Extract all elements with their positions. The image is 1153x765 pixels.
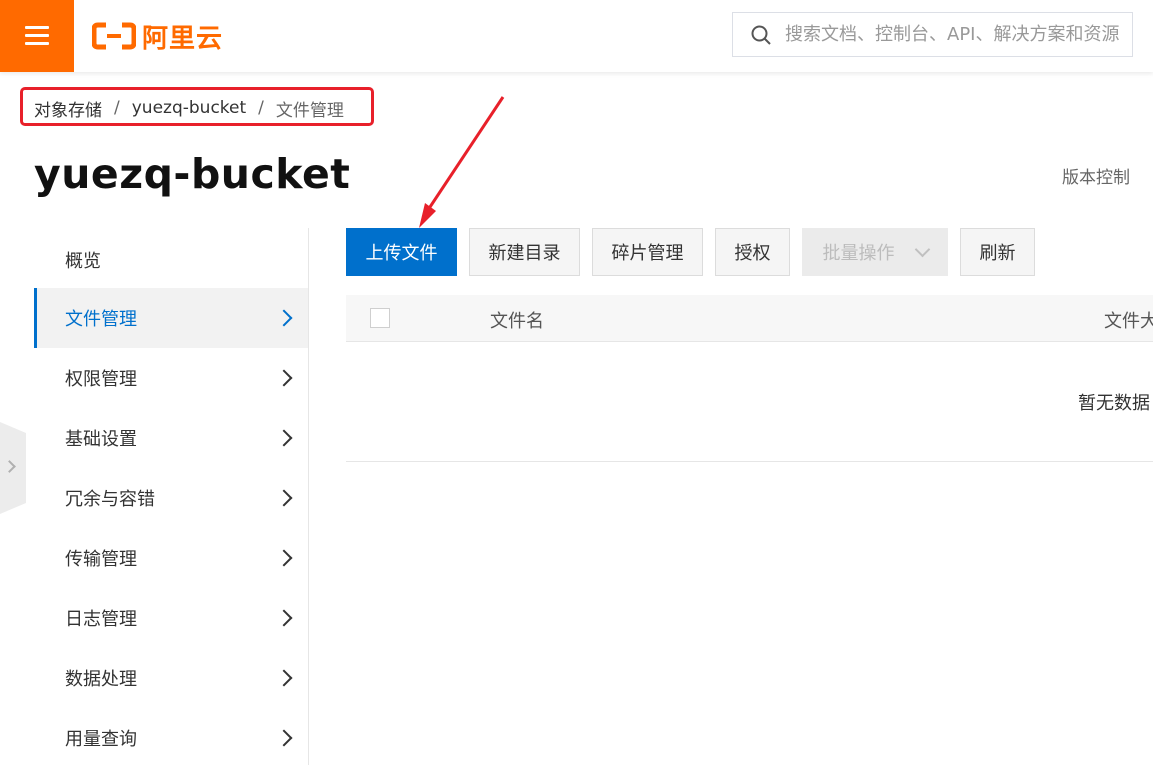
table-body: 暂无数据 bbox=[346, 342, 1153, 462]
select-all-checkbox[interactable] bbox=[370, 308, 390, 328]
logo-text: 阿里云 bbox=[142, 23, 224, 54]
sidebar-item-label: 基础设置 bbox=[65, 429, 137, 450]
upload-file-button[interactable]: 上传文件 bbox=[346, 228, 457, 276]
top-navigation-bar: 阿里云 bbox=[0, 0, 1153, 72]
menu-button[interactable] bbox=[0, 0, 74, 72]
breadcrumb-separator: / bbox=[258, 98, 264, 118]
refresh-button[interactable]: 刷新 bbox=[960, 228, 1035, 276]
chevron-right-icon bbox=[3, 460, 16, 473]
aliyun-logo[interactable]: 阿里云 bbox=[92, 18, 223, 54]
batch-operation-dropdown: 批量操作 bbox=[802, 228, 948, 276]
sidebar-item-overview[interactable]: 概览 bbox=[34, 230, 308, 290]
chevron-right-icon bbox=[275, 549, 293, 567]
page-title: yuezq-bucket bbox=[34, 150, 351, 198]
aliyun-logo-icon bbox=[92, 22, 136, 50]
empty-state-text: 暂无数据 bbox=[1078, 393, 1150, 414]
chevron-right-icon bbox=[275, 429, 293, 447]
version-control-link[interactable]: 版本控制 bbox=[1062, 163, 1130, 188]
table-header: 文件名 文件大 bbox=[346, 295, 1153, 342]
sidebar-item-label: 权限管理 bbox=[65, 369, 137, 390]
sidebar-item-label: 文件管理 bbox=[65, 309, 137, 330]
sidebar-item-permissions[interactable]: 权限管理 bbox=[34, 348, 308, 408]
sidebar-item-redundancy[interactable]: 冗余与容错 bbox=[34, 468, 308, 528]
column-header-filesize[interactable]: 文件大 bbox=[1104, 307, 1153, 333]
authorize-button[interactable]: 授权 bbox=[715, 228, 790, 276]
breadcrumb-separator: / bbox=[114, 98, 120, 118]
chevron-down-icon bbox=[914, 241, 930, 257]
sidebar: 概览 文件管理 权限管理 基础设置 冗余与容错 传输管理 日志管理 数据处理 用… bbox=[34, 230, 308, 765]
new-directory-button[interactable]: 新建目录 bbox=[469, 228, 580, 276]
chevron-right-icon bbox=[275, 369, 293, 387]
sidebar-item-label: 传输管理 bbox=[65, 549, 137, 570]
hamburger-icon bbox=[25, 26, 49, 46]
breadcrumb: 对象存储 / yuezq-bucket / 文件管理 bbox=[34, 96, 344, 121]
sidebar-item-label: 数据处理 bbox=[65, 669, 137, 690]
sidebar-item-label: 用量查询 bbox=[65, 729, 137, 750]
sidebar-item-data-processing[interactable]: 数据处理 bbox=[34, 648, 308, 708]
breadcrumb-item-bucket[interactable]: yuezq-bucket bbox=[132, 98, 246, 118]
sidebar-item-label: 概览 bbox=[65, 251, 101, 272]
chevron-right-icon bbox=[275, 489, 293, 507]
search-icon bbox=[751, 25, 771, 45]
sidebar-item-basic-settings[interactable]: 基础设置 bbox=[34, 408, 308, 468]
chevron-right-icon bbox=[275, 729, 293, 747]
sidebar-item-label: 日志管理 bbox=[65, 609, 137, 630]
breadcrumb-item-current: 文件管理 bbox=[275, 100, 344, 121]
sidebar-expand-handle[interactable] bbox=[0, 422, 26, 514]
sidebar-item-transfer[interactable]: 传输管理 bbox=[34, 528, 308, 588]
chevron-right-icon bbox=[275, 609, 293, 627]
fragment-management-button[interactable]: 碎片管理 bbox=[592, 228, 703, 276]
sidebar-item-logs[interactable]: 日志管理 bbox=[34, 588, 308, 648]
breadcrumb-item-oss[interactable]: 对象存储 bbox=[34, 96, 102, 121]
search-input[interactable] bbox=[785, 24, 1125, 45]
sidebar-item-usage[interactable]: 用量查询 bbox=[34, 708, 308, 765]
sidebar-divider bbox=[308, 228, 309, 765]
column-header-filename[interactable]: 文件名 bbox=[490, 307, 544, 333]
global-search-box[interactable] bbox=[732, 12, 1133, 57]
chevron-right-icon bbox=[275, 309, 293, 327]
sidebar-item-label: 冗余与容错 bbox=[65, 489, 155, 510]
chevron-right-icon bbox=[275, 669, 293, 687]
batch-operation-label: 批量操作 bbox=[822, 243, 895, 264]
sidebar-item-file-management[interactable]: 文件管理 bbox=[34, 288, 308, 348]
